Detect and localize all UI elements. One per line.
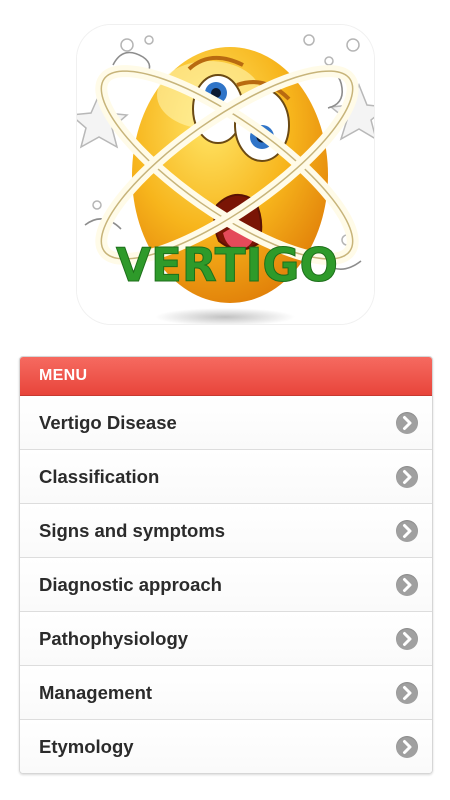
chevron-right-icon (396, 628, 418, 650)
menu-list: Vertigo Disease Classification Signs and… (20, 396, 432, 773)
menu-item-label: Classification (39, 466, 160, 487)
menu-item-label: Management (39, 682, 153, 703)
menu-item-label: Etymology (39, 736, 134, 757)
menu-item-etymology[interactable]: Etymology (20, 719, 432, 773)
menu-item-diagnostic-approach[interactable]: Diagnostic approach (20, 557, 432, 611)
menu-item-signs-and-symptoms[interactable]: Signs and symptoms (20, 503, 432, 557)
main-menu: MENU Vertigo Disease Classification Sign… (19, 356, 433, 774)
app-logo: VERTIGO (77, 25, 374, 324)
menu-item-label: Signs and symptoms (39, 520, 226, 541)
menu-item-management[interactable]: Management (20, 665, 432, 719)
menu-item-label: Pathophysiology (39, 628, 189, 649)
chevron-right-icon (396, 574, 418, 596)
chevron-right-icon (396, 736, 418, 758)
menu-item-pathophysiology[interactable]: Pathophysiology (20, 611, 432, 665)
chevron-right-icon (396, 520, 418, 542)
logo-text: VERTIGO (116, 238, 338, 292)
menu-header: MENU (20, 357, 432, 396)
menu-item-classification[interactable]: Classification (20, 449, 432, 503)
chevron-right-icon (396, 466, 418, 488)
menu-item-vertigo-disease[interactable]: Vertigo Disease (20, 396, 432, 449)
dizzy-emoji-icon: VERTIGO (77, 25, 374, 324)
menu-item-label: Diagnostic approach (39, 574, 222, 595)
chevron-right-icon (396, 682, 418, 704)
chevron-right-icon (396, 412, 418, 434)
menu-item-label: Vertigo Disease (39, 412, 177, 433)
